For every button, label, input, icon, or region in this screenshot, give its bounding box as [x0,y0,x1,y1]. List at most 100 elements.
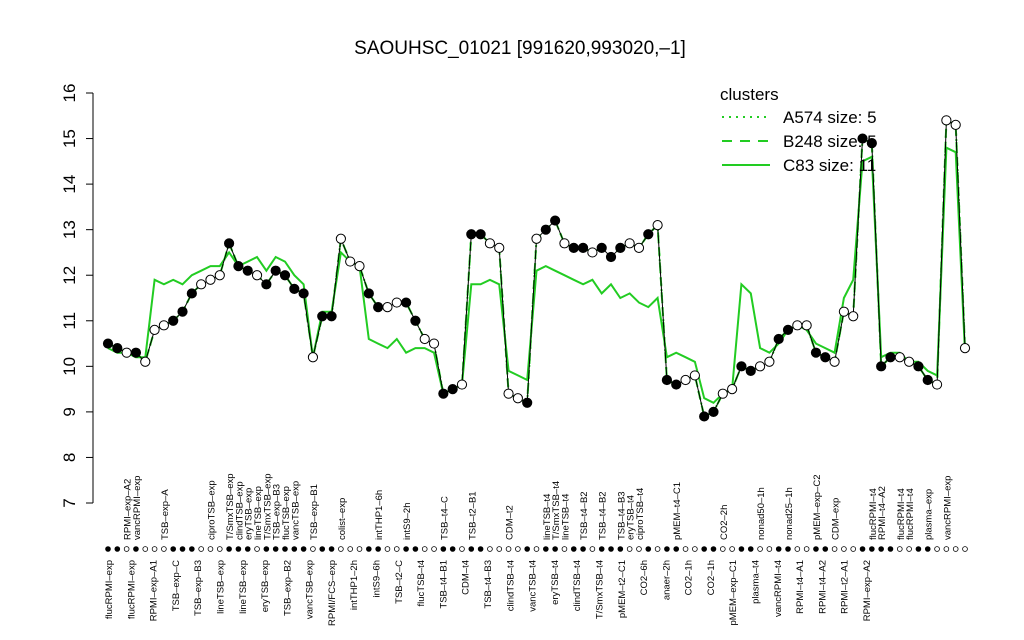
legend: clusters A574 size: 5 B248 size: 5 C83 siz… [720,85,877,175]
rug-mark [822,546,829,552]
top-x-label: plasma–exp [924,489,935,540]
rug-mark [878,546,884,552]
rug-mark [170,546,177,552]
rug-mark [952,546,959,552]
rug-mark [645,546,652,552]
y-tick-label: 14 [60,175,79,194]
data-point [689,370,700,381]
rug-mark [515,546,521,552]
rug-mark [384,546,391,552]
rug-mark [310,546,316,552]
rug-mark [151,546,158,552]
data-point [717,388,728,399]
bottom-x-label: pMEM–t2–C1 [617,560,628,618]
rug-mark [543,546,549,552]
top-x-label: TSB–exp–B1 [309,484,320,540]
rug-mark [319,546,326,552]
rug-mark [673,546,680,552]
data-point [699,411,710,422]
data-point [820,352,831,363]
bottom-x-label: anaer–2h [661,560,672,600]
rug-mark [142,546,149,552]
data-point [745,365,756,376]
legend-label: C83 size: 11 [783,156,876,175]
top-x-label: TSB–t2–B1 [467,491,478,540]
data-point [419,333,430,345]
rug-mark [272,546,279,552]
data-point [121,347,132,358]
rug-mark [962,546,968,552]
rug-mark [654,546,661,552]
rug-mark [813,546,819,552]
top-x-labels: RPMI–exp–A2vancRPMI–exp TSB–exp–A ciproTSB… [123,473,954,540]
rug-mark [403,546,409,552]
data-point [298,288,309,299]
y-tick-label: 8 [60,453,79,462]
rug-mark [692,546,698,552]
bottom-x-label: lineTSB–exp [215,560,226,614]
top-x-label: TSB–t4–B2 [598,491,609,540]
rug-mark [915,546,922,552]
bottom-x-label: TSB–exp–B2 [282,560,293,616]
bottom-x-label: intS9–6h [372,560,383,598]
top-x-label: CDM–t2 [505,505,516,540]
bottom-x-label: eryTSB–exp [260,560,271,612]
top-x-label: vancRPMI–exp [942,476,953,540]
data-point [550,215,561,226]
rug-mark [580,546,586,552]
rug-mark [747,546,754,552]
rug-mark [710,546,717,552]
rug-mark [412,546,419,552]
rug-mark [636,546,642,552]
data-point [810,347,822,358]
top-x-label: TSB–exp–A [160,489,171,540]
data-point [708,406,719,417]
chart-title: SAOUHSC_01021 [991620,993020,–1] [354,38,686,59]
top-x-label: pMEM–t4–C1 [672,482,683,540]
bottom-x-label: TSB–exp–C [171,560,182,611]
data-point [652,220,663,231]
data-point [876,361,887,372]
data-point [214,270,225,281]
rug-mark [887,546,894,552]
top-x-label: vancTSB–exp [290,481,301,540]
rug-mark [943,546,950,552]
data-point [307,352,319,363]
data-point [400,297,412,308]
data-point [466,229,477,240]
top-x-label: CO2–2h [719,505,730,540]
data-point [624,238,635,249]
bottom-x-label: intTHP1–2h [349,560,360,610]
bottom-x-label: plasma–t4 [751,560,762,604]
data-point [261,279,272,290]
rug-mark [831,546,838,552]
data-point [568,242,579,253]
data-point [335,233,346,244]
data-point [456,379,468,390]
data-point [894,352,905,363]
rug-mark [338,546,344,552]
data-point [605,251,617,263]
rug-mark [393,546,400,552]
rug-mark [440,546,447,552]
rug-mark [794,546,801,552]
bottom-x-label: flucRPMI–exp [126,560,137,619]
rug-mark [421,546,428,552]
rug-mark [934,546,940,552]
top-x-label: lineTSB–t4 [560,494,571,540]
rug-mark [226,546,232,552]
data-point [168,315,179,326]
data-point [885,352,896,363]
bottom-x-label: TSB–t4–B1 [438,560,449,609]
data-point [102,338,114,349]
rug-mark [216,546,223,552]
rug-mark [189,546,195,552]
data-point [829,356,840,367]
rug-mark [841,546,847,552]
rug-mark [431,546,437,552]
rug-mark [300,546,307,552]
rug-mark [328,546,335,552]
rug-mark [449,546,456,552]
top-x-label: ciproTSB–t4 [635,488,646,540]
data-point [782,324,794,335]
